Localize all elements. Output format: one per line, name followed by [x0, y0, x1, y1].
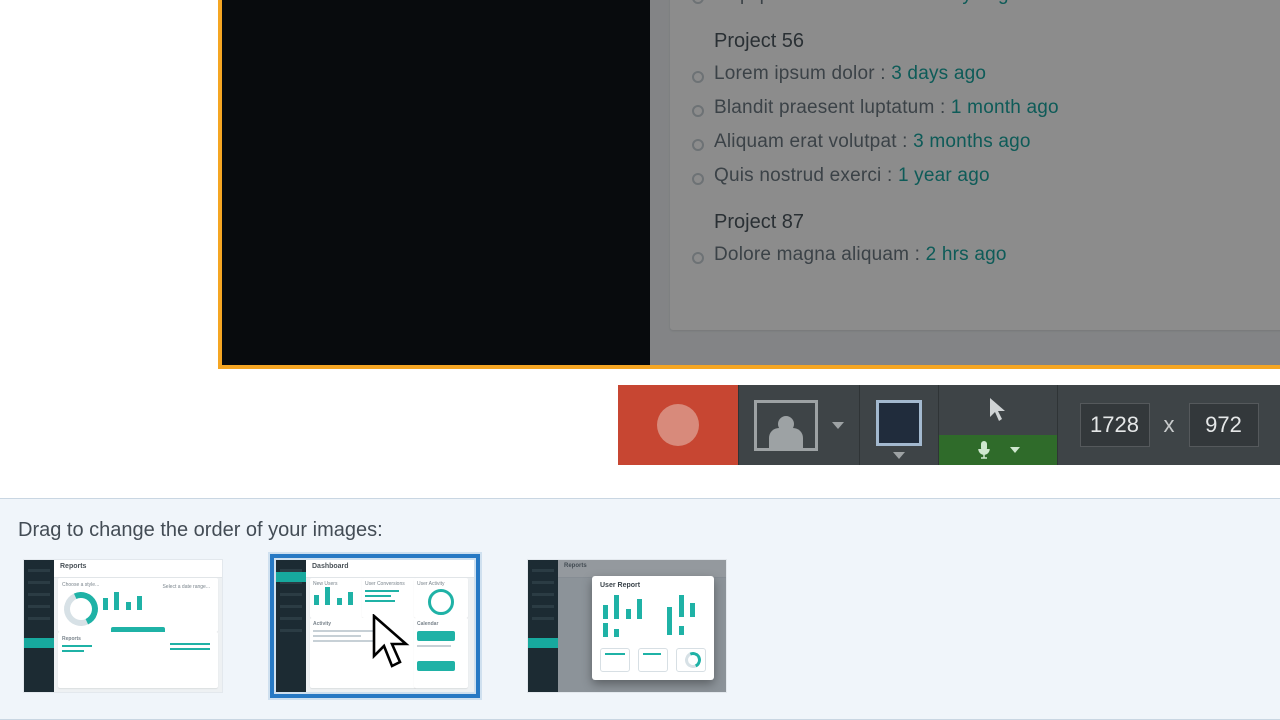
chevron-down-icon: [832, 422, 844, 429]
activity-ago: 1 month ago: [951, 97, 1059, 118]
microphone-toggle[interactable]: [939, 435, 1057, 465]
capture-area-toggle[interactable]: [859, 385, 938, 465]
chevron-down-icon: [893, 452, 905, 459]
activity-ago: 3 days ago: [891, 63, 986, 84]
activity-panel: Consectetuer adipiscing elit : 4 hrs ago…: [670, 0, 1280, 330]
record-button[interactable]: [618, 385, 738, 465]
thumbnail-dashboard[interactable]: Dashboard New Users User Conversions Us: [276, 560, 474, 692]
thumbnail-row: Reports Choose a style... Select a date …: [0, 560, 1280, 692]
cursor-icon: [989, 397, 1007, 423]
captured-dashboard: Consectetuer adipiscing elit : 4 hrs ago…: [416, 0, 1280, 369]
activity-item: Blandit praesent luptatum : 1 month ago: [714, 91, 1280, 125]
activity-text: Quis nostrud exerci :: [714, 165, 892, 186]
capture-height-input[interactable]: [1189, 403, 1259, 447]
thumbnail-user-report[interactable]: Reports User Report: [528, 560, 726, 692]
thumbnail-title: User Report: [592, 576, 714, 595]
bullet-icon: [692, 252, 704, 264]
thumbnail-reports[interactable]: Reports Choose a style... Select a date …: [24, 560, 222, 692]
activity-item: Dolore magna aliquam : 2 hrs ago: [714, 238, 1280, 272]
cursor-toggle[interactable]: [939, 385, 1057, 435]
capture-preview: Consectetuer adipiscing elit : 4 hrs ago…: [218, 0, 1280, 369]
cursor-and-mic-cell: [938, 385, 1057, 465]
activity-ago: 1 year ago: [898, 165, 990, 186]
activity-item: Quis nostrud exerci : 1 year ago: [714, 159, 1280, 193]
activity-ago: 3 months ago: [913, 131, 1031, 152]
thumbnail-instruction: Drag to change the order of your images:: [0, 499, 1280, 560]
bullet-icon: [692, 105, 704, 117]
activity-item: Aliquam erat volutpat : 3 months ago: [714, 125, 1280, 159]
activity-ago: 2 hrs ago: [926, 244, 1007, 265]
dashboard-sidebar: [416, 0, 650, 369]
dimensions-cell: x: [1057, 385, 1280, 465]
activity-text: aliquip ex ea commodo:: [714, 0, 919, 5]
webcam-toggle[interactable]: [738, 385, 859, 465]
dimension-x-label: x: [1164, 412, 1175, 438]
recording-toolbar: x: [618, 385, 1280, 465]
bullet-icon: [692, 71, 704, 83]
chevron-down-icon: [1010, 447, 1020, 453]
bullet-icon: [692, 173, 704, 185]
capture-width-input[interactable]: [1080, 403, 1150, 447]
thumbnail-title: Reports: [54, 560, 222, 578]
microphone-icon: [976, 440, 992, 460]
activity-text: Aliquam erat volutpat :: [714, 131, 908, 152]
project-heading: Project 56: [714, 30, 1280, 53]
bullet-icon: [692, 139, 704, 151]
activity-item: Lorem ipsum dolor : 3 days ago: [714, 57, 1280, 91]
activity-text: Dolore magna aliquam :: [714, 244, 920, 265]
activity-text: Lorem ipsum dolor :: [714, 63, 886, 84]
record-icon: [657, 404, 699, 446]
capture-area-icon: [876, 400, 922, 446]
activity-item: aliquip ex ea commodo: 3 days ago: [714, 0, 1280, 12]
project-heading: Project 87: [714, 211, 1280, 234]
bullet-icon: [692, 0, 704, 4]
thumbnail-title: Dashboard: [306, 560, 474, 578]
thumbnail-strip: Drag to change the order of your images:…: [0, 498, 1280, 720]
webcam-icon: [754, 400, 818, 451]
activity-ago: 3 days ago: [925, 0, 1020, 5]
activity-text: Blandit praesent luptatum :: [714, 97, 945, 118]
